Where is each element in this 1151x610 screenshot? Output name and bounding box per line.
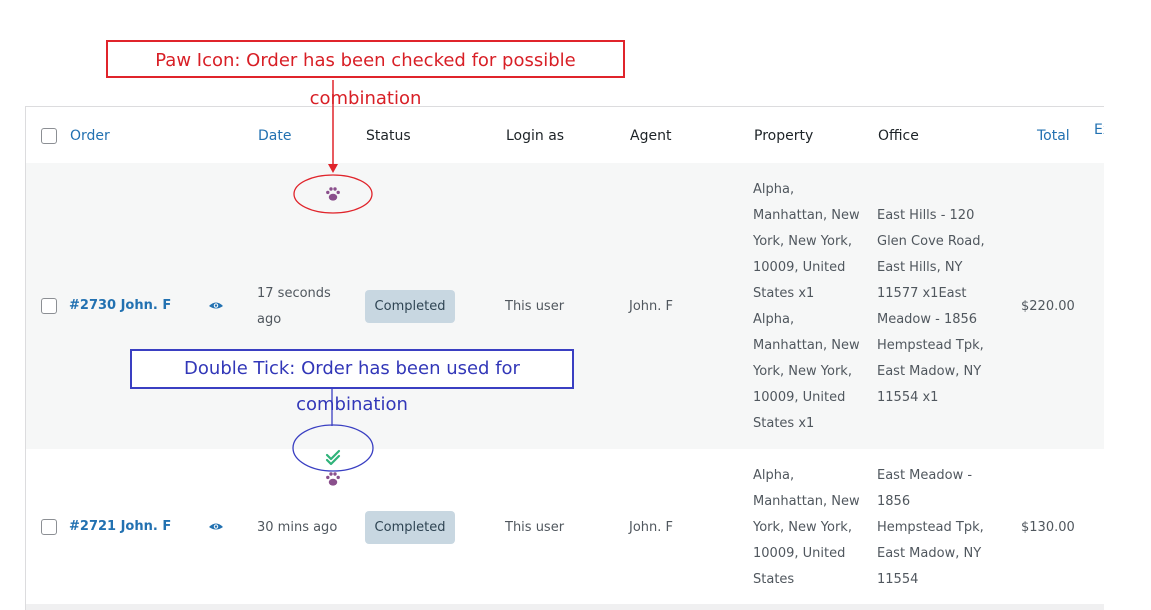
double-tick-icon xyxy=(325,449,341,466)
annotation-overlay xyxy=(292,80,374,486)
red-arrow-head xyxy=(328,164,338,173)
paw-icon xyxy=(326,472,340,486)
blue-highlight-ellipse xyxy=(292,424,374,472)
paw-icon-callout: Paw Icon: Order has been checked for pos… xyxy=(106,40,625,109)
double-tick-callout: Double Tick: Order has been used for com… xyxy=(130,349,574,415)
paw-icon xyxy=(326,187,340,201)
